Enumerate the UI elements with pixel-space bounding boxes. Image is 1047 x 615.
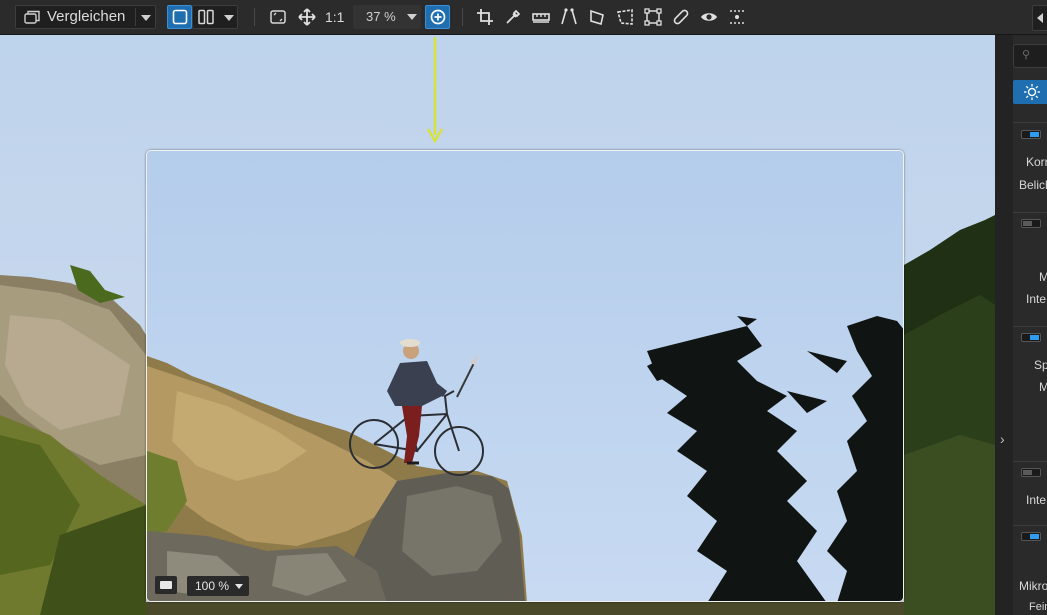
compare-dropdown[interactable]: Vergleichen xyxy=(15,5,156,29)
panel-label: Inte xyxy=(1026,493,1047,507)
loupe-zoom-value: 100 % xyxy=(195,579,230,593)
panel-label: Mikro xyxy=(1019,579,1047,593)
toolbar-separator xyxy=(462,8,463,26)
chevron-down-icon[interactable] xyxy=(141,15,151,21)
vertical-perspective-icon[interactable] xyxy=(559,7,579,27)
toggle-switch[interactable] xyxy=(1021,333,1041,342)
move-icon[interactable] xyxy=(297,7,317,27)
repair-bandage-icon[interactable] xyxy=(671,7,691,27)
eyedropper-icon[interactable] xyxy=(503,7,523,27)
chevron-down-icon[interactable] xyxy=(407,14,417,20)
horizontal-perspective-icon[interactable] xyxy=(587,7,607,27)
section-divider xyxy=(1013,212,1047,213)
compare-label: Vergleichen xyxy=(47,8,126,25)
fit-screen-icon[interactable] xyxy=(268,7,288,27)
eye-icon[interactable] xyxy=(699,7,719,27)
toolbar: Vergleichen 1:1 37 % xyxy=(0,0,1047,35)
crop-icon[interactable] xyxy=(475,7,495,27)
one-to-one-button[interactable]: 1:1 xyxy=(325,5,344,29)
loupe-zoom-button[interactable] xyxy=(425,5,450,29)
panel-search-input[interactable]: ⚲ xyxy=(1013,44,1047,68)
sun-icon xyxy=(1024,84,1040,100)
loupe-zoom-dropdown[interactable]: 100 % xyxy=(187,576,249,596)
local-adjust-icon[interactable] xyxy=(727,7,747,27)
section-divider xyxy=(1013,122,1047,123)
panel-label: M xyxy=(1039,380,1047,394)
compare-divider xyxy=(135,8,136,26)
toggle-switch[interactable] xyxy=(1021,468,1041,477)
toggle-switch[interactable] xyxy=(1021,130,1041,139)
loupe-zoom-icon xyxy=(430,9,446,25)
panel-label: Belich xyxy=(1019,178,1047,192)
annotation-arrow xyxy=(426,37,444,144)
free-perspective-icon[interactable] xyxy=(615,7,635,27)
image-canvas[interactable]: 100 % xyxy=(0,35,995,615)
settings-panel: ⚲ Korr Belich M Inte Sp M Inte Mikro Fei… xyxy=(1013,35,1047,615)
straighten-icon[interactable] xyxy=(531,7,551,27)
zoom-dropdown[interactable]: 37 % xyxy=(353,5,421,29)
panel-label: Fein xyxy=(1029,601,1047,613)
zoom-value: 37 % xyxy=(366,9,396,24)
compare-window-icon xyxy=(22,7,42,27)
section-divider xyxy=(1013,525,1047,526)
panel-splitter[interactable]: › xyxy=(995,35,1013,615)
panel-label: Sp xyxy=(1034,358,1047,372)
panel-label: Korr xyxy=(1026,155,1047,169)
toolbar-separator xyxy=(254,8,255,26)
split-view-icon xyxy=(198,9,214,25)
single-view-icon xyxy=(172,9,188,25)
section-divider xyxy=(1013,326,1047,327)
search-icon: ⚲ xyxy=(1022,49,1031,61)
arrow-left-icon xyxy=(1037,13,1043,23)
loupe-mode-button[interactable] xyxy=(155,576,177,594)
panel-label: Inte xyxy=(1026,292,1047,306)
single-view-button[interactable] xyxy=(167,5,192,29)
tab-light[interactable] xyxy=(1013,80,1047,104)
chevron-down-icon[interactable] xyxy=(224,15,234,21)
loupe-view[interactable]: 100 % xyxy=(146,150,904,602)
panel-label: M xyxy=(1039,270,1047,284)
chevron-right-icon[interactable]: › xyxy=(1000,431,1005,447)
loupe-image xyxy=(147,151,903,601)
transform-icon[interactable] xyxy=(643,7,663,27)
toggle-switch[interactable] xyxy=(1021,532,1041,541)
chevron-down-icon xyxy=(235,584,243,589)
loupe-mode-icon xyxy=(160,581,172,589)
panel-toggle-button[interactable] xyxy=(1032,5,1047,31)
split-view-dropdown[interactable] xyxy=(192,5,238,29)
section-divider xyxy=(1013,461,1047,462)
toggle-switch[interactable] xyxy=(1021,219,1041,228)
